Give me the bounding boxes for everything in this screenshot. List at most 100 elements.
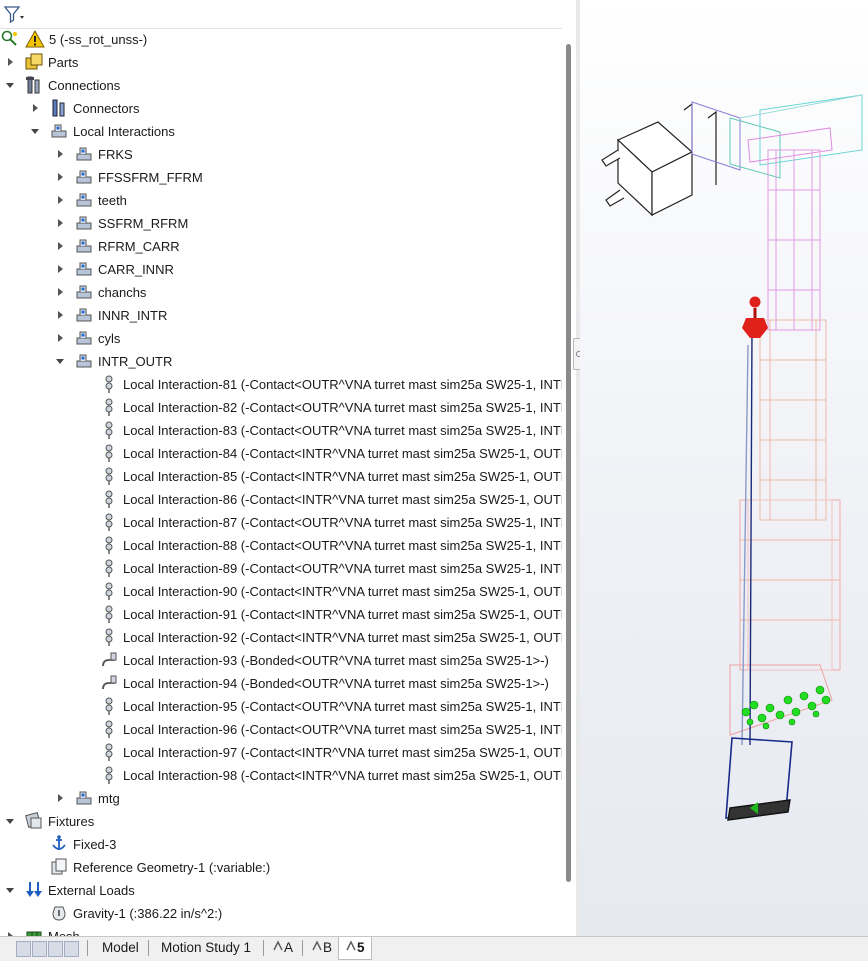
expand-arrow-icon[interactable]	[54, 171, 66, 183]
tab-study-a[interactable]: A	[266, 937, 299, 959]
collapse-arrow-icon[interactable]	[4, 79, 16, 91]
tree-item[interactable]: Fixed-3	[0, 833, 562, 856]
tree-item-label: cyls	[98, 331, 121, 346]
tree-item[interactable]: cyls	[0, 327, 562, 350]
tree-item[interactable]: Local Interaction-90 (-Contact<INTR^VNA …	[0, 580, 562, 603]
tree-item[interactable]: Parts	[0, 51, 562, 74]
tab-motion-study-1[interactable]: Motion Study 1	[155, 937, 257, 959]
tree-item[interactable]: RFRM_CARR	[0, 235, 562, 258]
connectors-icon	[49, 98, 69, 118]
tree-item[interactable]: Local Interaction-96 (-Contact<OUTR^VNA …	[0, 718, 562, 741]
tree-item[interactable]: INTR_OUTR	[0, 350, 562, 373]
tree-item[interactable]: Connections	[0, 74, 562, 97]
connections-icon	[24, 75, 44, 95]
last-tab-button[interactable]	[64, 941, 79, 957]
tree-item[interactable]: FRKS	[0, 143, 562, 166]
tree-item[interactable]: CARR_INNR	[0, 258, 562, 281]
tree-item[interactable]: Local Interaction-91 (-Contact<INTR^VNA …	[0, 603, 562, 626]
tree-item[interactable]: Local Interaction-95 (-Contact<OUTR^VNA …	[0, 695, 562, 718]
tree-item-label: Parts	[48, 55, 79, 70]
expand-arrow-icon[interactable]	[54, 286, 66, 298]
graphics-viewport[interactable]	[580, 0, 868, 936]
expand-arrow-icon[interactable]	[54, 263, 66, 275]
tree-item-label: Mesh	[48, 925, 80, 936]
tree-item[interactable]: Mesh	[0, 925, 562, 936]
collapse-arrow-icon[interactable]	[4, 884, 16, 896]
contact-icon	[99, 696, 119, 716]
tree-scrollbar[interactable]	[562, 28, 576, 936]
tree-item[interactable]: Fixtures	[0, 810, 562, 833]
tree-item-label: chanchs	[98, 285, 147, 300]
tree-item[interactable]: Connectors	[0, 97, 562, 120]
expand-arrow-icon[interactable]	[54, 148, 66, 160]
contact-icon	[99, 374, 119, 394]
contact-icon	[99, 535, 119, 555]
tree-item[interactable]: 5 (-ss_rot_unss-)	[0, 28, 562, 51]
contact-icon	[99, 765, 119, 785]
tree-item[interactable]: FFSSFRM_FFRM	[0, 166, 562, 189]
tree-item-label: Local Interaction-88 (-Contact<OUTR^VNA …	[123, 538, 562, 553]
tree-item-label: RFRM_CARR	[98, 239, 180, 254]
tree-item[interactable]: Local Interaction-81 (-Contact<OUTR^VNA …	[0, 373, 562, 396]
tab-label: Model	[102, 940, 139, 955]
next-tab-button[interactable]	[48, 941, 63, 957]
tree-item[interactable]: Local Interaction-85 (-Contact<INTR^VNA …	[0, 465, 562, 488]
tree-item[interactable]: Local Interactions	[0, 120, 562, 143]
expand-arrow-icon[interactable]	[4, 56, 16, 68]
tab-study-5[interactable]: 5	[338, 937, 372, 960]
interaction-set-icon	[74, 328, 94, 348]
tree-item-label: Local Interaction-93 (-Bonded<OUTR^VNA t…	[123, 653, 549, 668]
prev-tab-button[interactable]	[32, 941, 47, 957]
tree-item[interactable]: Local Interaction-83 (-Contact<OUTR^VNA …	[0, 419, 562, 442]
tree-item[interactable]: Local Interaction-94 (-Bonded<OUTR^VNA t…	[0, 672, 562, 695]
tree-scrollbar-thumb[interactable]	[566, 44, 571, 882]
expand-arrow-icon[interactable]	[54, 194, 66, 206]
filter-button[interactable]	[2, 2, 30, 26]
tab-study-b[interactable]: B	[305, 937, 338, 959]
tree-item[interactable]: Local Interaction-86 (-Contact<INTR^VNA …	[0, 488, 562, 511]
contact-icon	[99, 742, 119, 762]
contact-icon	[99, 719, 119, 739]
tree-item[interactable]: External Loads	[0, 879, 562, 902]
tab-model[interactable]: Model	[96, 937, 145, 959]
first-tab-button[interactable]	[16, 941, 31, 957]
tree-item[interactable]: Local Interaction-87 (-Contact<OUTR^VNA …	[0, 511, 562, 534]
tree-item[interactable]: mtg	[0, 787, 562, 810]
tree-item[interactable]: Local Interaction-84 (-Contact<INTR^VNA …	[0, 442, 562, 465]
expand-arrow-icon[interactable]	[54, 240, 66, 252]
expand-arrow-icon[interactable]	[54, 332, 66, 344]
expand-arrow-icon[interactable]	[29, 102, 41, 114]
tree-item[interactable]: Local Interaction-93 (-Bonded<OUTR^VNA t…	[0, 649, 562, 672]
tree-item[interactable]: Local Interaction-82 (-Contact<OUTR^VNA …	[0, 396, 562, 419]
interaction-set-icon	[74, 167, 94, 187]
tree-item[interactable]: SSFRM_RFRM	[0, 212, 562, 235]
tree-item-label: Local Interaction-92 (-Contact<INTR^VNA …	[123, 630, 562, 645]
tree-item[interactable]: Local Interaction-92 (-Contact<INTR^VNA …	[0, 626, 562, 649]
tree-item-label: Reference Geometry-1 (:variable:)	[73, 860, 271, 875]
expand-arrow-icon[interactable]	[54, 309, 66, 321]
tree-item[interactable]: Gravity-1 (:386.22 in/s^2:)	[0, 902, 562, 925]
expand-arrow-icon[interactable]	[54, 217, 66, 229]
expand-arrow-icon[interactable]	[54, 792, 66, 804]
tree-item-label: Local Interaction-94 (-Bonded<OUTR^VNA t…	[123, 676, 549, 691]
study-icon	[273, 940, 283, 951]
collapse-arrow-icon[interactable]	[29, 125, 41, 137]
tree-item[interactable]: Local Interaction-89 (-Contact<OUTR^VNA …	[0, 557, 562, 580]
tree-item[interactable]: Reference Geometry-1 (:variable:)	[0, 856, 562, 879]
tree-item[interactable]: Local Interaction-98 (-Contact<INTR^VNA …	[0, 764, 562, 787]
tree-item-label: Local Interaction-83 (-Contact<OUTR^VNA …	[123, 423, 562, 438]
tree-item[interactable]: teeth	[0, 189, 562, 212]
tree-item-label: Local Interactions	[73, 124, 175, 139]
tree-item[interactable]: INNR_INTR	[0, 304, 562, 327]
tab-separator	[87, 940, 88, 956]
fork-carriage	[601, 102, 717, 217]
contact-icon	[99, 466, 119, 486]
collapse-arrow-icon[interactable]	[4, 815, 16, 827]
tree-item[interactable]: chanchs	[0, 281, 562, 304]
contact-icon	[99, 489, 119, 509]
collapse-arrow-icon[interactable]	[54, 355, 66, 367]
tree-item-label: INTR_OUTR	[98, 354, 173, 369]
filter-icon	[3, 6, 24, 24]
tree-item[interactable]: Local Interaction-88 (-Contact<OUTR^VNA …	[0, 534, 562, 557]
tree-item[interactable]: Local Interaction-97 (-Contact<INTR^VNA …	[0, 741, 562, 764]
